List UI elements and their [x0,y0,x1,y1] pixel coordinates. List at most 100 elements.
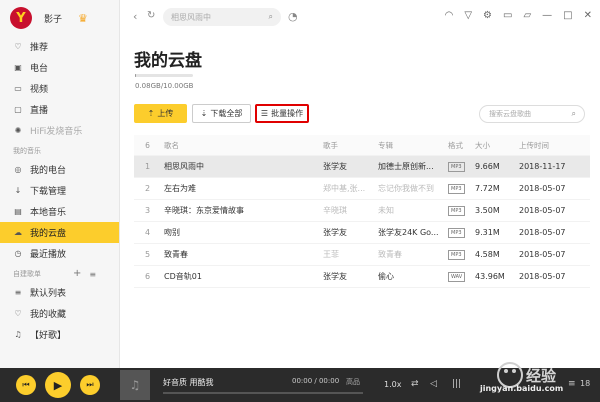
song-singer: 郑中基,张... [323,184,366,193]
song-table: 6 歌名 歌手 专辑 格式 大小 上传时间 1 相思风雨中 张学友 加德士原创新...… [134,135,590,288]
mini-mode-icon[interactable]: ▱ [523,10,531,21]
loop-icon[interactable]: ⇄ [411,379,419,389]
download-all-button[interactable]: ⇣ 下载全部 [192,104,251,123]
song-singer: 王菲 [323,250,339,259]
download-icon: ↓ [14,186,22,195]
cloud-search-input[interactable]: 搜索云盘歌曲 ⌕ [479,105,585,123]
section-my-music: 我的音乐 [13,147,41,155]
song-size: 9.31M [475,228,500,237]
row-number: 1 [144,162,151,171]
maximize-icon[interactable]: □ [563,10,572,21]
sidebar-item-3[interactable]: ☁ 我的云盘 [0,222,119,243]
topbar: ‹ ↻ 相思风雨中 ⌕ ◔ ◠ ▽ ⚙ ▭ ▱ — □ ✕ [121,0,600,34]
sidebar-item-4[interactable]: ✺ HiFi发烧音乐 [0,120,119,141]
music-note-icon: ♫ [129,378,141,392]
batch-operation-button[interactable]: ☰ 批量操作 [255,104,309,123]
batch-icon: ☰ [260,109,269,118]
equalizer-icon[interactable]: ||| [452,379,461,389]
headphones-icon[interactable]: ◠ [445,10,454,21]
table-row[interactable]: 1 相思风雨中 张学友 加德士原创新... MP3 9.66M 2018-11-17 [134,156,590,178]
progress-bar[interactable] [163,392,363,394]
row-number: 3 [144,206,151,215]
avatar[interactable]: Y [10,7,32,29]
album-cover[interactable]: ♫ [120,370,150,400]
sidebar-item-4[interactable]: ◷ 最近播放 [0,243,119,264]
sidebar-item-label: 我的云盘 [30,229,67,239]
sidebar-item-label: 下载管理 [30,187,67,197]
radio-icon: ▣ [14,63,22,72]
video-icon: ▭ [14,84,22,93]
minimize-icon[interactable]: — [542,10,552,21]
quality-selector[interactable]: 高品 [346,377,360,387]
sidebar-item-2[interactable]: ▭ 视频 [0,78,119,99]
table-row[interactable]: 3 辛晓琪：东京爱情故事 辛晓琪 未知 MP3 3.50M 2018-05-07 [134,200,590,222]
song-size: 9.66M [475,162,500,171]
header-name[interactable]: 歌名 [161,140,323,151]
next-button[interactable]: ⏭ [80,375,100,395]
main-content: 我的云盘 0.08GB/10.00GB ⇡ 上传 ⇣ 下载全部 ☰ 批量操作 搜… [121,34,600,368]
speed-button[interactable]: 1.0x [384,380,401,389]
username[interactable]: 影子 [44,12,62,25]
profile[interactable]: Y 影子 ♛ [0,0,119,36]
sidebar-item-2[interactable]: ▤ 本地音乐 [0,201,119,222]
search-icon[interactable]: ⌕ [572,109,576,119]
volume-icon[interactable]: ◁ [430,379,437,389]
sidebar-item-1[interactable]: ♡ 我的收藏 [0,303,119,324]
message-icon[interactable]: ▭ [503,10,512,21]
table-row[interactable]: 6 CD音轨01 张学友 偷心 WAV 43.96M 2018-05-07 [134,266,590,288]
refresh-icon[interactable]: ↻ [147,10,155,21]
add-playlist-icon[interactable]: + [73,268,81,279]
nav-my-music: ◎ 我的电台 ↓ 下载管理 ▤ 本地音乐 ☁ 我的云盘 ◷ 最近播放 [0,159,119,264]
format-badge: MP3 [448,206,465,216]
my-radio-icon: ◎ [14,165,22,174]
row-number: 6 [144,272,151,281]
sidebar-item-label: 直播 [30,106,49,116]
sidebar-item-1[interactable]: ▣ 电台 [0,57,119,78]
sidebar-item-0[interactable]: ≡ 默认列表 [0,282,119,303]
back-icon[interactable]: ‹ [133,10,137,23]
table-row[interactable]: 2 左右为难 郑中基,张... 忘记你我做不到 MP3 7.72M 2018-05-07 [134,178,590,200]
table-row[interactable]: 5 致青春 王菲 致青春 MP3 4.58M 2018-05-07 [134,244,590,266]
svg-text:经验: 经验 [526,367,557,385]
prev-button[interactable]: ⏮ [16,375,36,395]
section-playlists: 自建歌单 + ≡ [13,268,97,279]
search-icon[interactable]: ⌕ [269,12,273,22]
song-name: 吻别 [164,228,180,237]
app-window: Y 影子 ♛ ♡ 推荐 ▣ 电台 ▭ 视频 ▢ 直播 ✺ HiFi发烧音乐 我的音乐 ◎ 我的电台 ↓… [0,0,600,402]
table-row[interactable]: 4 吻别 张学友 张学友24K Go... MP3 9.31M 2018-05-07 [134,222,590,244]
song-singer: 张学友 [323,162,347,171]
header-singer[interactable]: 歌手 [323,140,378,151]
sidebar-item-3[interactable]: ▢ 直播 [0,99,119,120]
prev-icon: ⏮ [22,380,30,389]
header-date[interactable]: 上传时间 [519,140,589,151]
sidebar-item-label: 本地音乐 [30,208,67,218]
header-size[interactable]: 大小 [475,140,519,151]
skin-icon[interactable]: ▽ [464,10,472,21]
upload-icon: ⇡ [147,109,155,118]
sidebar-item-2[interactable]: ♫ 【好歌】 [0,324,119,345]
sidebar-item-label: 视频 [30,85,49,95]
playlist-menu-icon[interactable]: ≡ [89,270,96,279]
sidebar-item-0[interactable]: ◎ 我的电台 [0,159,119,180]
nav-playlists: ≡ 默认列表 ♡ 我的收藏 ♫ 【好歌】 [0,282,119,345]
close-icon[interactable]: ✕ [584,10,592,21]
sidebar-item-0[interactable]: ♡ 推荐 [0,36,119,57]
header-format[interactable]: 格式 [448,140,475,151]
song-name: 左右为难 [164,184,196,193]
window-controls: ◠ ▽ ⚙ ▭ ▱ — □ ✕ [445,10,592,21]
search-input[interactable]: 相思风雨中 ⌕ [163,8,281,26]
play-button[interactable]: ▶ [45,372,71,398]
sidebar-item-1[interactable]: ↓ 下载管理 [0,180,119,201]
vip-crown-icon[interactable]: ♛ [78,12,88,25]
heart-icon: ♡ [14,42,22,51]
header-album[interactable]: 专辑 [378,140,448,151]
song-name: 辛晓琪：东京爱情故事 [164,206,244,215]
recognize-icon[interactable]: ◔ [288,10,298,23]
song-album: 致青春 [378,250,402,259]
upload-button[interactable]: ⇡ 上传 [134,104,187,123]
storage-bar [135,74,193,77]
table-header: 6 歌名 歌手 专辑 格式 大小 上传时间 [134,135,590,156]
nav-top: ♡ 推荐 ▣ 电台 ▭ 视频 ▢ 直播 ✺ HiFi发烧音乐 [0,36,119,141]
settings-icon[interactable]: ⚙ [483,10,492,21]
song-album: 忘记你我做不到 [378,184,434,193]
